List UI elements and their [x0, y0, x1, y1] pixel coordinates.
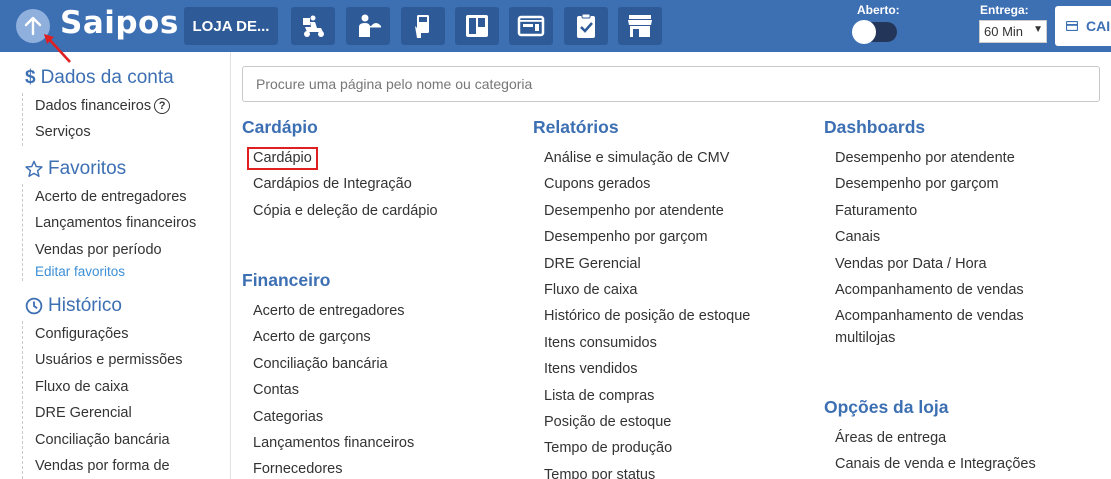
cart-button[interactable]: CAI — [1055, 6, 1111, 46]
link-desempenho-atendente[interactable]: Desempenho por atendente — [544, 198, 750, 224]
link-tempo-status[interactable]: Tempo por status — [544, 462, 750, 479]
sidebar-item-fluxo-caixa[interactable]: Fluxo de caixa — [35, 374, 182, 400]
dollar-icon: $ — [25, 67, 36, 88]
sidebar-item-vendas-periodo[interactable]: Vendas por período — [35, 237, 196, 263]
opcoes-loja-list: Áreas de entrega Canais de venda e Integ… — [835, 425, 1036, 478]
kanban-button[interactable] — [455, 7, 499, 45]
link-cardapios-integracao[interactable]: Cardápios de Integração — [253, 171, 438, 197]
link-vendas-data-hora[interactable]: Vendas por Data / Hora — [835, 251, 1065, 277]
open-status-label: Aberto: — [857, 3, 900, 17]
link-contas[interactable]: Contas — [253, 377, 414, 403]
link-dash-atendente[interactable]: Desempenho por atendente — [835, 145, 1065, 171]
link-acompanhamento-multilojas[interactable]: Acompanhamento de vendas multilojas — [835, 303, 1065, 351]
link-analise-cmv[interactable]: Análise e simulação de CMV — [544, 145, 750, 171]
link-historico-estoque[interactable]: Histórico de posição de estoque — [544, 303, 750, 329]
sidebar-item-conciliacao[interactable]: Conciliação bancária — [35, 427, 182, 453]
store-icon — [628, 15, 652, 37]
historico-title: Histórico — [48, 295, 122, 316]
waiter-icon — [359, 14, 381, 37]
dados-conta-heading: $ Dados da conta — [25, 67, 174, 89]
link-posicao-estoque[interactable]: Posição de estoque — [544, 409, 750, 435]
card-icon — [1066, 21, 1078, 31]
link-cupons[interactable]: Cupons gerados — [544, 171, 750, 197]
link-fluxo-caixa[interactable]: Fluxo de caixa — [544, 277, 750, 303]
chevron-down-icon: ▼ — [1033, 24, 1043, 35]
link-itens-vendidos[interactable]: Itens vendidos — [544, 356, 750, 382]
link-faturamento[interactable]: Faturamento — [835, 198, 1065, 224]
dados-conta-list: Dados financeiros ? Serviços — [22, 93, 171, 146]
sidebar-item-acerto-entregadores[interactable]: Acerto de entregadores — [35, 184, 196, 210]
waiter-button[interactable] — [346, 7, 390, 45]
clock-icon — [25, 297, 43, 315]
cardapio-heading: Cardápio — [242, 117, 318, 137]
link-tempo-producao[interactable]: Tempo de produção — [544, 435, 750, 461]
checklist-button[interactable] — [564, 7, 608, 45]
favoritos-heading: Favoritos — [25, 158, 126, 180]
star-icon — [25, 160, 43, 178]
link-canais-venda[interactable]: Canais de venda e Integrações — [835, 451, 1036, 477]
kanban-board-icon — [466, 15, 488, 37]
edit-favorites-link[interactable]: Editar favoritos — [35, 263, 196, 281]
dashboards-list: Desempenho por atendente Desempenho por … — [835, 145, 1065, 351]
link-desempenho-garcom[interactable]: Desempenho por garçom — [544, 224, 750, 250]
sidebar-item-servicos[interactable]: Serviços — [35, 119, 170, 145]
delivery-time-value: 60 Min — [984, 24, 1024, 39]
panel-layout-icon — [517, 15, 545, 37]
link-conciliacao[interactable]: Conciliação bancária — [253, 351, 414, 377]
open-toggle[interactable] — [852, 20, 897, 44]
sidebar-item-dados-financeiros[interactable]: Dados financeiros ? — [35, 93, 171, 119]
dashboards-heading: Dashboards — [824, 117, 926, 137]
link-acerto-entregadores[interactable]: Acerto de entregadores — [253, 298, 414, 324]
tablet-order-button[interactable] — [401, 7, 445, 45]
favoritos-list: Acerto de entregadores Lançamentos finan… — [22, 184, 196, 282]
delivery-time-label: Entrega: — [980, 3, 1029, 17]
highlighted-cardapio-link[interactable]: Cardápio — [247, 147, 318, 170]
link-dash-garcom[interactable]: Desempenho por garçom — [835, 171, 1065, 197]
dados-conta-title: Dados da conta — [40, 67, 174, 88]
link-itens-consumidos[interactable]: Itens consumidos — [544, 330, 750, 356]
favoritos-title: Favoritos — [48, 158, 127, 179]
clipboard-check-icon — [577, 13, 595, 38]
opcoes-loja-heading: Opções da loja — [824, 397, 949, 417]
toggle-knob — [852, 20, 876, 44]
sidebar-item-dre[interactable]: DRE Gerencial — [35, 400, 182, 426]
help-icon[interactable]: ? — [154, 98, 171, 115]
historico-heading: Histórico — [25, 295, 122, 317]
link-acerto-garcons[interactable]: Acerto de garçons — [253, 324, 414, 350]
link-areas-entrega[interactable]: Áreas de entrega — [835, 425, 1036, 451]
store-selector-button[interactable]: LOJA DE... — [184, 7, 278, 45]
store-button[interactable] — [618, 7, 662, 45]
sidebar-item-lancamentos[interactable]: Lançamentos financeiros — [35, 210, 196, 236]
link-canais[interactable]: Canais — [835, 224, 1065, 250]
sidebar-item-vendas-forma[interactable]: Vendas por forma de — [35, 453, 182, 479]
sidebar-item-label: Dados financeiros — [35, 98, 152, 114]
delivery-button[interactable] — [291, 7, 335, 45]
historico-list: Configurações Usuários e permissões Flux… — [22, 321, 182, 479]
relatorios-heading: Relatórios — [533, 117, 619, 137]
link-cardapio[interactable]: Cardápio — [247, 145, 438, 171]
search-input[interactable] — [242, 66, 1100, 102]
top-bar: Saipos LOJA DE... Aberto: Entrega: 60 Mi… — [0, 0, 1111, 52]
financeiro-list: Acerto de entregadores Acerto de garçons… — [253, 298, 414, 479]
tablet-order-icon — [415, 15, 429, 38]
delivery-scooter-icon — [303, 15, 324, 37]
cart-label: CAI — [1086, 18, 1111, 34]
panel-button[interactable] — [509, 7, 553, 45]
link-categorias[interactable]: Categorias — [253, 404, 414, 430]
sidebar-item-usuarios[interactable]: Usuários e permissões — [35, 347, 182, 373]
link-fornecedores[interactable]: Fornecedores — [253, 456, 414, 479]
financeiro-heading: Financeiro — [242, 270, 331, 290]
cardapio-list: Cardápio Cardápios de Integração Cópia e… — [247, 145, 438, 224]
link-copia-delecao[interactable]: Cópia e deleção de cardápio — [253, 198, 438, 224]
link-lancamentos[interactable]: Lançamentos financeiros — [253, 430, 414, 456]
sidebar-item-configuracoes[interactable]: Configurações — [35, 321, 182, 347]
link-acompanhamento[interactable]: Acompanhamento de vendas — [835, 277, 1065, 303]
link-dre[interactable]: DRE Gerencial — [544, 251, 750, 277]
relatorios-list: Análise e simulação de CMV Cupons gerado… — [544, 145, 750, 479]
delivery-time-select[interactable]: 60 Min ▼ — [979, 20, 1047, 43]
link-lista-compras[interactable]: Lista de compras — [544, 383, 750, 409]
